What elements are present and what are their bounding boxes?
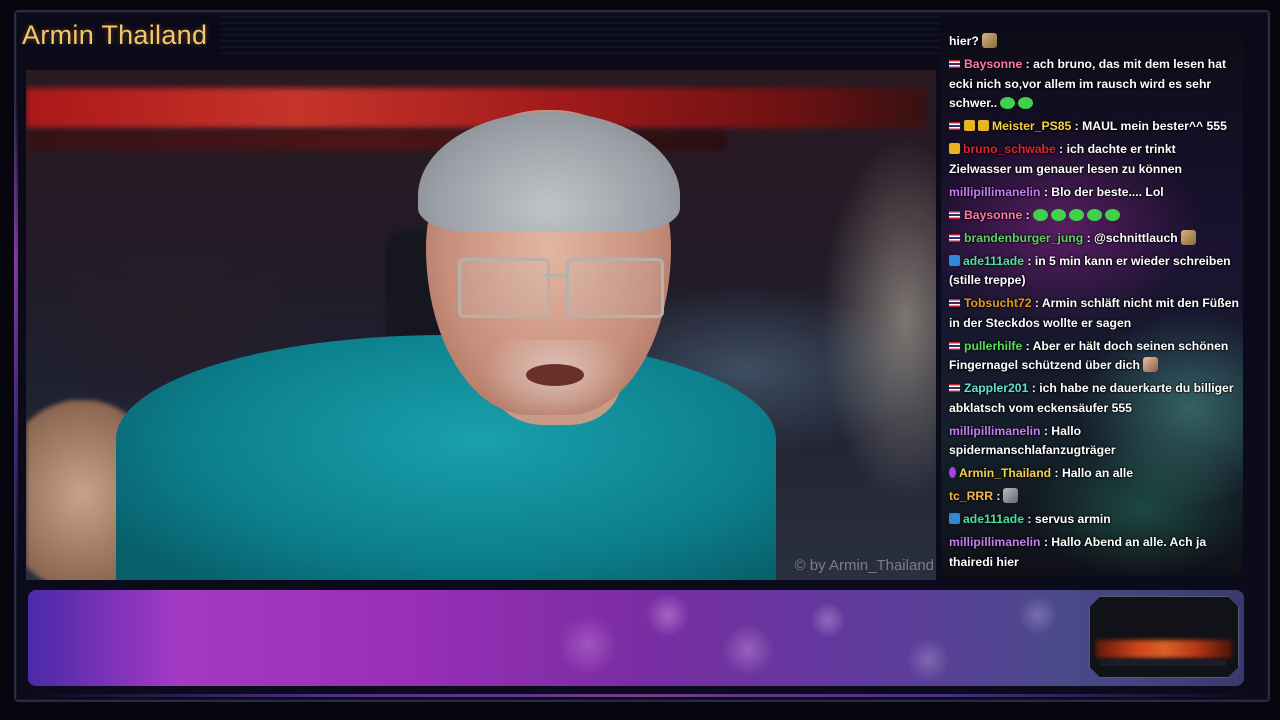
glasses-bridge bbox=[543, 274, 568, 277]
chat-message: Armin_Thailand : Hallo an alle bbox=[949, 464, 1239, 484]
chat-text: : MAUL mein bester^^ 555 bbox=[1071, 119, 1227, 133]
green-emote-icon bbox=[1000, 97, 1016, 109]
chat-message: ade111ade : servus armin bbox=[949, 510, 1239, 530]
face-emote-icon bbox=[1142, 357, 1158, 372]
chat-message: ade111ade : in 5 min kann er wieder schr… bbox=[949, 252, 1239, 291]
bottom-banner bbox=[28, 590, 1244, 686]
chat-message: millipillimanelin : Hallo spidermanschla… bbox=[949, 422, 1239, 461]
user-badge-icon bbox=[978, 120, 989, 131]
webcam-watermark: © by Armin_Thailand bbox=[794, 557, 934, 574]
chat-username[interactable]: brandenburger_jung bbox=[964, 231, 1083, 245]
chat-username[interactable]: Meister_PS85 bbox=[992, 119, 1071, 133]
chat-message: brandenburger_jung : @schnittlauch bbox=[949, 229, 1239, 249]
image-emote-icon bbox=[1180, 229, 1196, 245]
chat-message: millipillimanelin : Hallo Abend an alle.… bbox=[949, 533, 1239, 572]
chat-text: : Blo der beste.... Lol bbox=[1040, 184, 1164, 199]
chat-username[interactable]: bruno_schwabe bbox=[963, 142, 1056, 156]
flag-icon bbox=[949, 122, 960, 130]
chat-overlay: hier? Baysonne : ach bruno, das mit dem l… bbox=[941, 28, 1243, 576]
chat-message: Zappler201 : ich habe ne dauerkarte du b… bbox=[949, 379, 1239, 418]
webcam-feed: © by Armin_Thailand bbox=[26, 70, 936, 580]
chat-username[interactable]: Baysonne bbox=[964, 208, 1022, 222]
user-badge-icon bbox=[949, 513, 960, 524]
user-badge-icon bbox=[964, 120, 975, 131]
chat-message: millipillimanelin : Blo der beste.... Lo… bbox=[949, 183, 1239, 203]
flag-icon bbox=[949, 384, 960, 392]
chat-message-list: hier? Baysonne : ach bruno, das mit dem l… bbox=[949, 32, 1239, 576]
chat-message: tc_RRR : bbox=[949, 487, 1239, 507]
chat-text: : bbox=[993, 489, 1001, 503]
chat-text: : @schnittlauch bbox=[1083, 230, 1178, 245]
glasses-left-lens bbox=[458, 258, 550, 318]
streamer-shirt bbox=[116, 335, 776, 580]
glasses-right-lens bbox=[566, 258, 664, 318]
frame-glow-left bbox=[14, 100, 18, 580]
chat-username[interactable]: Baysonne bbox=[964, 57, 1022, 71]
green-emote-icon bbox=[1050, 208, 1066, 221]
chat-username[interactable]: millipillimanelin bbox=[949, 185, 1040, 199]
background-red-light bbox=[26, 88, 926, 128]
chat-text: hier? bbox=[949, 34, 979, 48]
mini-monitor-glow bbox=[1096, 640, 1232, 658]
frame-glow-bottom bbox=[30, 694, 1250, 697]
chat-username[interactable]: millipillimanelin bbox=[949, 424, 1040, 438]
chat-text: : bbox=[1022, 207, 1030, 222]
chat-username[interactable]: Tobsucht72 bbox=[964, 296, 1032, 310]
streamer-hair bbox=[418, 112, 680, 232]
flag-icon bbox=[949, 210, 960, 219]
flag-icon bbox=[949, 60, 960, 68]
chat-username[interactable]: pullerhilfe bbox=[964, 339, 1022, 353]
chat-username[interactable]: ade111ade bbox=[963, 512, 1024, 526]
chat-text: : Hallo an alle bbox=[1051, 466, 1134, 480]
chat-message: Baysonne : ach bruno, das mit dem lesen … bbox=[949, 55, 1239, 114]
chat-message: hier? bbox=[949, 32, 1239, 52]
user-badge-icon bbox=[949, 254, 960, 266]
user-badge-icon bbox=[949, 143, 960, 154]
chat-username[interactable]: Armin_Thailand bbox=[959, 466, 1051, 480]
flag-icon bbox=[949, 341, 960, 350]
mini-monitor-bar bbox=[1100, 660, 1226, 666]
chat-username[interactable]: tc_RRR bbox=[949, 489, 993, 503]
green-emote-icon bbox=[1018, 97, 1034, 109]
green-emote-icon bbox=[1068, 208, 1084, 221]
chat-username[interactable]: ade111ade bbox=[963, 254, 1024, 268]
streamer-mouth bbox=[526, 364, 584, 386]
chat-text: : servus armin bbox=[1024, 512, 1111, 526]
flag-icon bbox=[949, 299, 960, 307]
flag-icon bbox=[949, 233, 960, 242]
chat-message: bruno_schwabe : ich dachte er trinkt Zie… bbox=[949, 140, 1239, 179]
green-emote-icon bbox=[1086, 208, 1102, 221]
chat-username[interactable]: Zappler201 bbox=[964, 381, 1028, 395]
header-decoration bbox=[220, 16, 940, 56]
green-emote-icon bbox=[1032, 208, 1048, 221]
chat-message: Baysonne : bbox=[949, 206, 1239, 226]
gray-emote-icon bbox=[1003, 488, 1019, 503]
channel-title: Armin Thailand bbox=[22, 20, 208, 50]
green-emote-icon bbox=[1104, 208, 1120, 221]
chat-message: Meister_PS85 : MAUL mein bester^^ 555 bbox=[949, 117, 1239, 137]
chat-username[interactable]: millipillimanelin bbox=[949, 535, 1040, 549]
chat-message: Tobsucht72 : Armin schläft nicht mit den… bbox=[949, 294, 1239, 333]
chat-message: pullerhilfe : Aber er hält doch seinen s… bbox=[949, 337, 1239, 376]
user-badge-icon bbox=[949, 467, 956, 478]
image-emote-icon bbox=[981, 33, 997, 48]
